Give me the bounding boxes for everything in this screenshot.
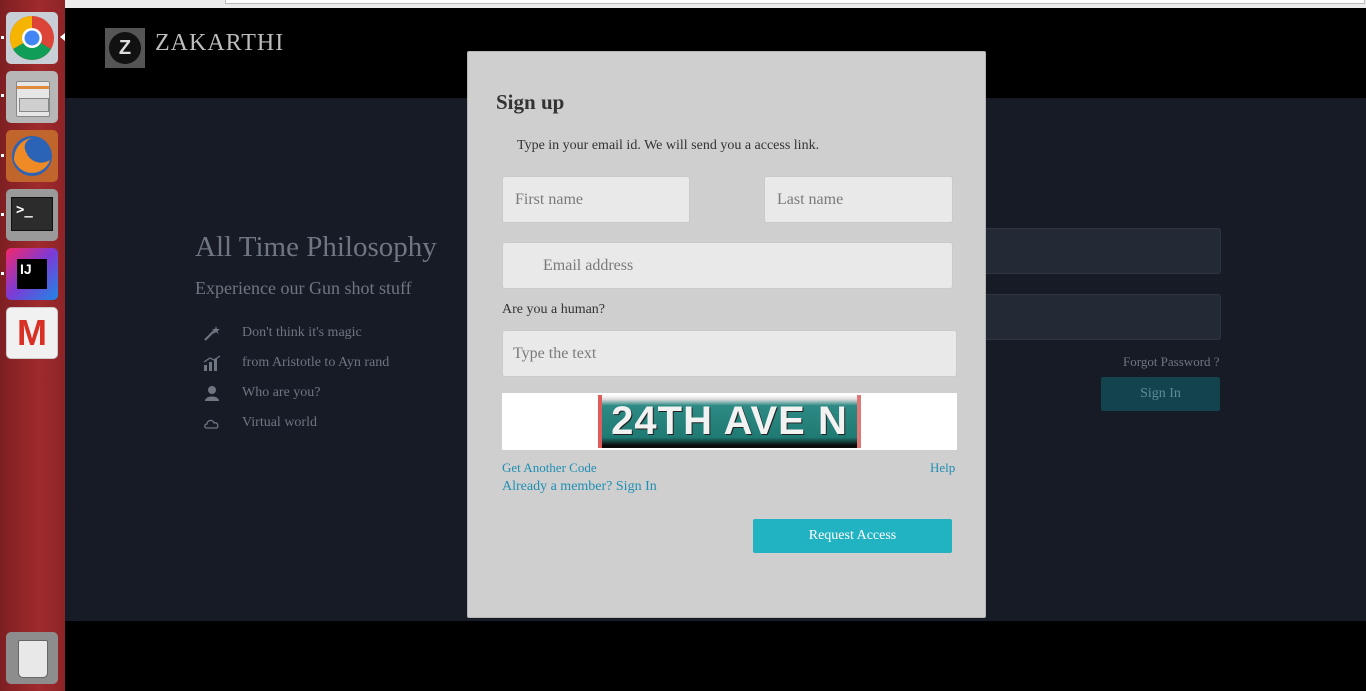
terminal-glyph: >_	[11, 197, 53, 231]
intellij-icon[interactable]: IJ	[6, 248, 58, 300]
launcher-pip	[1, 94, 4, 97]
browser-toolbar	[65, 0, 1366, 8]
intellij-glyph: IJ	[17, 259, 47, 289]
captcha-input[interactable]: Type the text	[502, 330, 957, 377]
trash-icon[interactable]	[6, 632, 58, 684]
launcher-pip	[1, 213, 4, 216]
captcha-image-box: 24TH AVE N	[502, 393, 957, 450]
chrome-logo-graphic	[10, 16, 54, 60]
gmail-icon[interactable]: M	[6, 307, 58, 359]
firefox-logo-graphic	[12, 136, 52, 176]
sign-in-button[interactable]: Sign In	[1101, 377, 1220, 411]
first-name-field[interactable]: First name	[502, 176, 690, 223]
captcha-text: 24TH AVE N	[611, 399, 848, 443]
modal-description: Type in your email id. We will send you …	[517, 138, 820, 153]
launcher-pip	[1, 272, 4, 275]
captcha-label: Are you a human?	[502, 302, 606, 317]
brand-name[interactable]: ZAKARTHI	[155, 30, 284, 57]
modal-title: Sign up	[496, 90, 565, 114]
signup-modal: Sign up Type in your email id. We will s…	[467, 51, 986, 618]
forgot-password-link[interactable]: Forgot Password ?	[1123, 354, 1220, 370]
last-name-field[interactable]: Last name	[764, 176, 953, 223]
cloud-icon	[204, 419, 219, 429]
files-icon[interactable]	[6, 71, 58, 123]
email-field[interactable]: Email address	[502, 242, 953, 289]
logo-mark: Z	[109, 32, 141, 64]
already-member-link[interactable]: Already a member? Sign In	[502, 479, 657, 495]
user-icon	[205, 386, 219, 401]
firefox-icon[interactable]	[6, 130, 58, 182]
site-footer	[65, 621, 1366, 691]
trash-can-graphic	[18, 640, 48, 678]
address-bar[interactable]	[225, 0, 1365, 4]
help-link[interactable]: Help	[930, 460, 955, 476]
get-another-code-link[interactable]: Get Another Code	[502, 460, 597, 476]
captcha-image: 24TH AVE N	[598, 395, 861, 448]
feature-label: Don't think it's magic	[242, 325, 362, 340]
feature-label: Virtual world	[242, 415, 317, 430]
chrome-icon[interactable]	[6, 12, 58, 64]
bar-chart-icon	[203, 355, 221, 371]
launcher: >_ IJ M	[0, 0, 66, 691]
terminal-icon[interactable]: >_	[6, 189, 58, 241]
request-access-button[interactable]: Request Access	[753, 519, 952, 553]
files-cabinet-graphic	[16, 81, 50, 117]
site-logo[interactable]: Z	[105, 28, 145, 68]
magic-wand-icon	[204, 326, 220, 341]
gmail-glyph: M	[17, 312, 47, 353]
launcher-pip	[1, 36, 4, 39]
hero-subtitle: Experience our Gun shot stuff	[195, 278, 412, 298]
feature-label: from Aristotle to Ayn rand	[242, 355, 390, 370]
launcher-pip	[1, 154, 4, 157]
feature-label: Who are you?	[242, 385, 321, 400]
hero-title: All Time Philosophy	[195, 231, 437, 263]
